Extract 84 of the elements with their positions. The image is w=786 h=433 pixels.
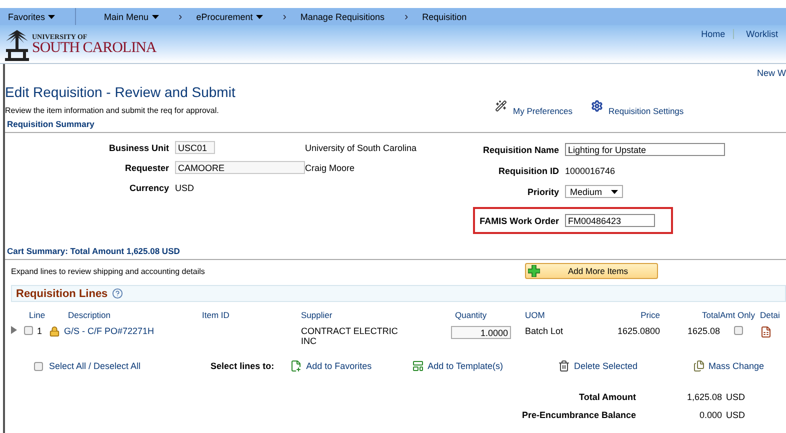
column-header: Price	[640, 310, 660, 320]
requester-field[interactable]: CAMOORE	[175, 161, 305, 174]
logo-text: SOUTH CAROLINA	[32, 41, 156, 55]
header-link[interactable]: Home	[701, 29, 734, 39]
column-header: Item ID	[202, 310, 230, 320]
palmetto-logo-icon	[4, 27, 30, 61]
column-header: UOM	[525, 310, 546, 320]
hint-text: Expand lines to review shipping and accounting details	[10, 266, 206, 276]
field-label: Requisition ID	[498, 166, 560, 176]
field-label: Requester	[124, 162, 170, 172]
field-label: FAMIS Work Order	[478, 216, 560, 226]
caret-icon	[611, 190, 618, 194]
select-lines-label: Select lines to:	[210, 361, 274, 371]
field-label: Priority	[526, 186, 560, 196]
caret-icon	[256, 14, 263, 18]
nav-menu-item[interactable]: Main Menu	[104, 12, 159, 22]
total-label: Pre-Encumbrance Balance	[522, 410, 637, 420]
text-input[interactable]: Lighting for Upstate	[565, 143, 725, 156]
column-header: Line	[28, 310, 46, 320]
field-label: Currency	[128, 182, 170, 192]
breadcrumb-separator: ›	[404, 10, 408, 22]
add-items-button[interactable]: Add More Items	[525, 263, 658, 279]
breadcrumb-separator: ›	[178, 10, 182, 22]
plus-icon	[528, 265, 540, 277]
amount-only-checkbox[interactable]	[734, 326, 743, 335]
settings-icon	[590, 100, 603, 112]
table-cell-text: Batch Lot	[525, 326, 564, 338]
settings-link[interactable]: My Preferences	[495, 100, 573, 116]
currency-code: USD	[726, 392, 746, 402]
template-icon	[412, 360, 424, 372]
column-header: Quantity	[454, 310, 488, 320]
currency-code: USD	[726, 410, 746, 420]
select-all-link[interactable]: Select All / Deselect All	[49, 361, 141, 371]
expand-arrow-icon[interactable]	[11, 326, 17, 334]
field-note: Craig Moore	[305, 162, 356, 175]
caret-icon	[48, 14, 56, 18]
file-plus-icon	[290, 360, 302, 372]
action-link[interactable]: Mass Change	[692, 360, 764, 372]
page-title: Edit Requisition - Review and Submit	[5, 84, 236, 100]
column-header: Detai	[760, 310, 781, 320]
table-cell-text: 1625.0800	[616, 326, 660, 338]
text-input[interactable]: FM00486423	[565, 214, 655, 227]
column-header: Amt Only	[720, 310, 756, 320]
total-value: 1,625.08	[686, 392, 722, 402]
action-link[interactable]: Delete Selected	[558, 360, 638, 372]
nav-menu-item[interactable]: eProcurement	[196, 12, 263, 22]
field-value: 1000016746	[565, 166, 616, 176]
wand-icon	[495, 100, 507, 112]
business-unit-field[interactable]: USC01	[175, 141, 215, 154]
line-number: 1	[37, 326, 44, 338]
new-window-link[interactable]: New W	[757, 68, 786, 78]
instructions-text: Review the item information and submit the req for approval.	[5, 106, 220, 115]
field-label: Requisition Name	[482, 144, 560, 154]
nav-menu-item[interactable]: Requisition	[422, 12, 467, 22]
description-link[interactable]: G/S - C/F PO#72271H	[64, 326, 202, 346]
section-title: Cart Summary: Total Amount 1,625.08 USD	[5, 243, 786, 260]
column-header: Description	[67, 310, 112, 320]
header-link[interactable]: Worklist	[733, 29, 786, 39]
column-header: Supplier	[301, 310, 334, 320]
total-label: Total Amount	[578, 392, 637, 402]
table-cell-text: 1625.08	[686, 326, 720, 338]
action-link[interactable]: Add to Template(s)	[412, 360, 503, 372]
nav-menu-item[interactable]: Manage Requisitions	[300, 12, 384, 22]
column-header: Total	[701, 310, 720, 320]
breadcrumb-separator: ›	[282, 10, 286, 22]
action-link[interactable]: Add to Favorites	[290, 360, 372, 372]
quantity-field[interactable]: 1.0000	[451, 326, 511, 339]
caret-icon	[152, 14, 159, 18]
documents-icon	[692, 360, 705, 372]
nav-menu-item[interactable]: Favorites	[8, 12, 56, 22]
total-value: 0.000	[698, 410, 722, 420]
trash-icon	[558, 360, 570, 372]
priority-select[interactable]: Medium	[565, 185, 623, 198]
field-label: Business Unit	[108, 142, 170, 152]
field-value: USD	[175, 182, 194, 192]
help-icon[interactable]	[112, 288, 123, 299]
section-title: Requisition Lines	[16, 288, 108, 300]
table-cell-text: CONTRACT ELECTRIC INC	[301, 326, 399, 346]
row-checkbox[interactable]	[24, 326, 33, 335]
select-all-checkbox[interactable]	[34, 362, 43, 370]
settings-link[interactable]: Requisition Settings	[590, 100, 684, 116]
details-icon[interactable]	[760, 326, 772, 338]
field-note: University of South Carolina	[305, 142, 418, 155]
section-title: Requisition Summary	[5, 116, 786, 133]
